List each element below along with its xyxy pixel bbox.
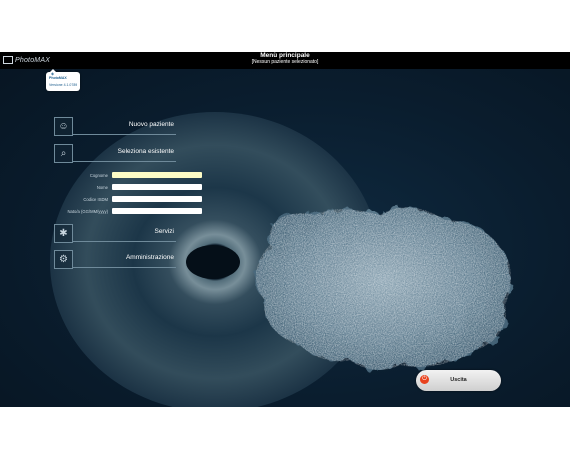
magnifier-icon: ⌕: [54, 144, 73, 163]
isdm-field[interactable]: [112, 196, 202, 202]
divider: [72, 134, 176, 135]
new-patient-label: Nuovo paziente: [128, 121, 174, 128]
gear-hand-icon: ⚙: [54, 250, 73, 269]
spiral-icon: ✱: [54, 224, 73, 243]
services-button[interactable]: ✱ Servizi: [54, 224, 176, 243]
top-bar: PhotoMAX Menù principale [Nessun pazient…: [0, 52, 570, 69]
version-tooltip: ◈ PhotoMAX Versione 4.1.0789: [46, 69, 80, 91]
name-field[interactable]: [112, 184, 202, 190]
add-patient-icon: ☺: [54, 117, 73, 136]
divider: [72, 161, 176, 162]
tooltip-version: Versione 4.1.0789: [49, 83, 78, 87]
dob-field[interactable]: [112, 208, 202, 214]
administration-label: Amministrazione: [125, 254, 174, 261]
tooltip-app-name: PhotoMAX: [49, 76, 67, 80]
administration-button[interactable]: ⚙ Amministrazione: [54, 250, 176, 269]
skin-lesion-image: [255, 207, 511, 370]
exit-label: Uscita: [450, 377, 467, 383]
select-existing-button[interactable]: ⌕ Seleziona esistente: [54, 144, 176, 163]
divider: [72, 267, 176, 268]
main-window: PhotoMAX Menù principale [Nessun pazient…: [0, 52, 570, 407]
page-subtitle: [Nessun paziente selezionato]: [251, 59, 319, 65]
divider: [72, 241, 176, 242]
disc-center: [186, 245, 240, 279]
exit-button[interactable]: ⏻ Uscita: [416, 370, 501, 391]
select-existing-label: Seleziona esistente: [117, 148, 174, 155]
services-label: Servizi: [154, 228, 174, 235]
dob-label: Nato/a (GG/MM/yyyy): [67, 209, 108, 214]
new-patient-button[interactable]: ☺ Nuovo paziente: [54, 117, 176, 136]
name-label: Nome: [96, 185, 108, 190]
isdm-label: Codice ISDM: [83, 197, 108, 202]
surname-field[interactable]: [112, 172, 202, 178]
surname-label: Cognome: [89, 173, 108, 178]
